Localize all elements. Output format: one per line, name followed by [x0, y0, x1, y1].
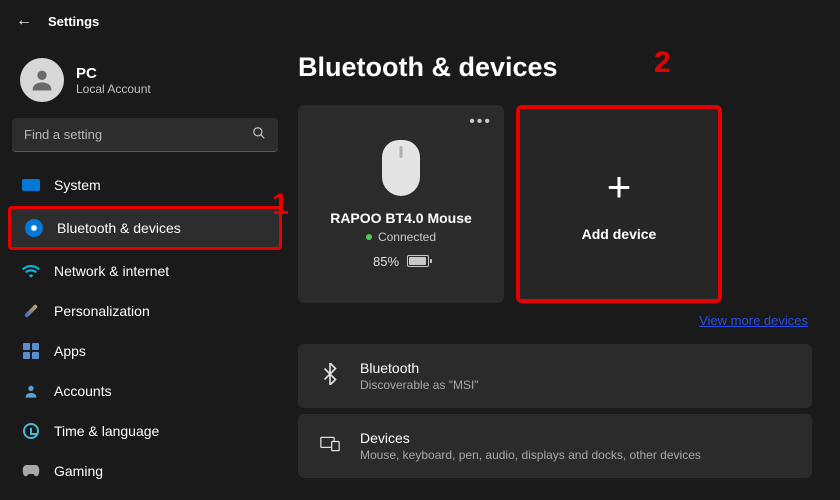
device-status: Connected — [366, 230, 436, 244]
wifi-icon — [22, 262, 40, 280]
nav-item-network[interactable]: Network & internet — [8, 252, 282, 290]
avatar — [20, 58, 64, 102]
plus-icon: + — [607, 166, 632, 208]
device-card[interactable]: ••• RAPOO BT4.0 Mouse Connected 85% — [298, 105, 504, 303]
nav-item-gaming[interactable]: Gaming — [8, 452, 282, 490]
window-header: ← Settings — [0, 0, 840, 42]
device-name: RAPOO BT4.0 Mouse — [330, 210, 472, 226]
battery-icon — [407, 255, 429, 267]
setting-sub: Discoverable as "MSI" — [360, 378, 479, 392]
bluetooth-glyph-icon — [318, 363, 342, 390]
nav-item-accessibility[interactable]: Accessibility — [8, 492, 282, 498]
nav-item-accounts[interactable]: Accounts — [8, 372, 282, 410]
nav-label: Apps — [54, 343, 86, 359]
view-more-devices-link[interactable]: View more devices — [298, 313, 808, 328]
profile-block[interactable]: PC Local Account — [8, 50, 282, 118]
nav-label: Time & language — [54, 423, 159, 439]
nav-label: Gaming — [54, 463, 103, 479]
nav-item-time-language[interactable]: Time & language — [8, 412, 282, 450]
devices-row: ••• RAPOO BT4.0 Mouse Connected 85% + Ad… — [298, 105, 812, 303]
nav-label: System — [54, 177, 101, 193]
nav-label: Personalization — [54, 303, 150, 319]
add-device-button[interactable]: + Add device — [516, 105, 722, 303]
battery-percent: 85% — [373, 254, 399, 269]
nav-list: System ⁕ Bluetooth & devices Network & i… — [8, 166, 282, 498]
setting-title: Devices — [360, 430, 701, 446]
devices-glyph-icon — [318, 436, 342, 457]
status-dot-icon — [366, 234, 372, 240]
nav-item-bluetooth-devices[interactable]: ⁕ Bluetooth & devices — [8, 206, 282, 250]
setting-row-devices[interactable]: Devices Mouse, keyboard, pen, audio, dis… — [298, 414, 812, 478]
nav-item-apps[interactable]: Apps — [8, 332, 282, 370]
nav-label: Network & internet — [54, 263, 169, 279]
accounts-icon — [22, 382, 40, 400]
main-content: Bluetooth & devices ••• RAPOO BT4.0 Mous… — [290, 42, 840, 498]
setting-sub: Mouse, keyboard, pen, audio, displays an… — [360, 448, 701, 462]
setting-row-bluetooth[interactable]: Bluetooth Discoverable as "MSI" — [298, 344, 812, 408]
user-icon — [28, 66, 56, 94]
nav-item-personalization[interactable]: Personalization — [8, 292, 282, 330]
device-status-text: Connected — [378, 230, 436, 244]
brush-icon — [22, 302, 40, 320]
profile-sub: Local Account — [76, 82, 151, 96]
clock-icon — [22, 422, 40, 440]
search-input[interactable] — [24, 127, 252, 142]
more-icon[interactable]: ••• — [469, 113, 492, 131]
nav-item-system[interactable]: System — [8, 166, 282, 204]
nav-label: Accounts — [54, 383, 112, 399]
profile-name: PC — [76, 65, 151, 82]
nav-label: Bluetooth & devices — [57, 220, 181, 236]
back-arrow-icon[interactable]: ← — [16, 12, 32, 30]
page-title: Bluetooth & devices — [298, 52, 812, 83]
header-title: Settings — [48, 14, 99, 29]
device-battery: 85% — [373, 254, 429, 269]
bluetooth-icon: ⁕ — [25, 219, 43, 237]
add-device-label: Add device — [582, 226, 657, 242]
main-container: PC Local Account System ⁕ Bluetooth & de… — [0, 42, 840, 498]
mouse-image-icon — [382, 140, 420, 196]
search-icon — [252, 126, 266, 143]
gaming-icon — [22, 462, 40, 480]
apps-icon — [22, 342, 40, 360]
sidebar: PC Local Account System ⁕ Bluetooth & de… — [0, 42, 290, 498]
search-box[interactable] — [12, 118, 278, 152]
system-icon — [22, 176, 40, 194]
setting-title: Bluetooth — [360, 360, 479, 376]
